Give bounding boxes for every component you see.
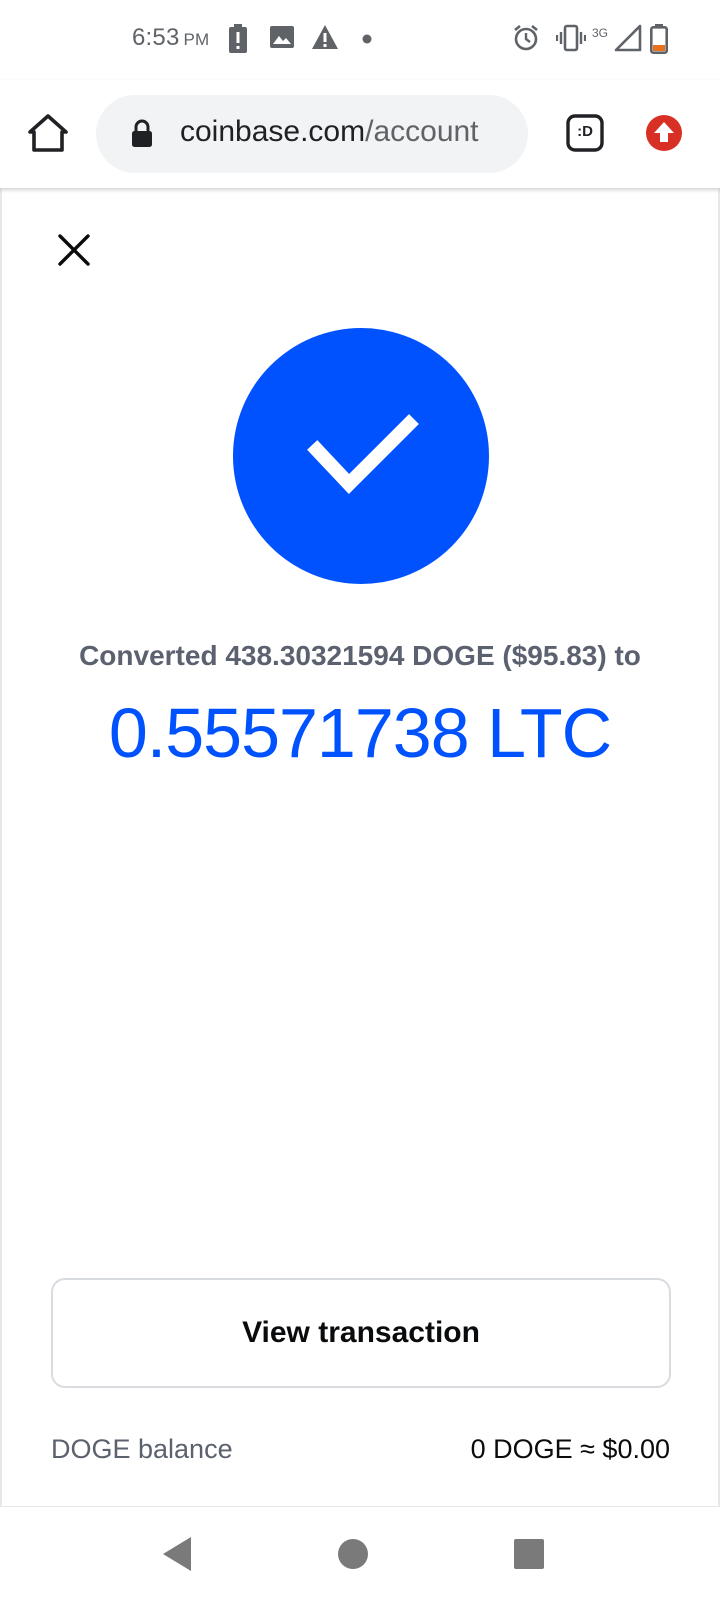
home-icon[interactable] xyxy=(24,110,72,158)
status-bar: 6:53 PM 3G xyxy=(0,0,720,80)
notification-dot-icon xyxy=(362,34,372,44)
image-icon xyxy=(270,26,294,48)
success-badge xyxy=(233,328,489,584)
home-nav-icon[interactable] xyxy=(330,1531,376,1577)
tab-switcher-label: :D xyxy=(577,123,593,140)
battery-alert-icon xyxy=(229,24,247,53)
conversion-summary: Converted 438.30321594 DOGE ($95.83) to xyxy=(79,640,641,671)
alarm-icon xyxy=(514,24,538,51)
back-icon[interactable] xyxy=(155,1531,201,1577)
update-icon[interactable] xyxy=(645,114,683,152)
battery-low-icon xyxy=(650,24,668,54)
view-transaction-button[interactable]: View transaction xyxy=(51,1278,671,1388)
close-icon[interactable] xyxy=(54,230,94,270)
conversion-success-panel: Converted 438.30321594 DOGE ($95.83) to … xyxy=(0,188,720,1506)
url-text: coinbase.com/account xyxy=(180,115,479,149)
url-path: /account xyxy=(365,115,479,148)
system-nav-bar xyxy=(0,1506,720,1601)
status-time-value: 6:53 xyxy=(132,24,180,51)
signal-icon xyxy=(614,24,642,52)
network-type: 3G xyxy=(592,26,609,40)
warning-icon xyxy=(312,25,338,49)
balance-value: 0 DOGE ≈ $0.00 xyxy=(470,1434,670,1464)
url-bar[interactable]: coinbase.com/account xyxy=(96,95,528,173)
converted-amount: 0.55571738 LTC xyxy=(108,694,612,772)
recents-icon[interactable] xyxy=(506,1531,552,1577)
balance-label: DOGE balance xyxy=(51,1434,233,1464)
checkmark-icon xyxy=(307,414,419,495)
browser-toolbar: coinbase.com/account :D xyxy=(0,80,720,188)
status-time: 6:53 PM xyxy=(132,24,209,52)
lock-icon xyxy=(132,119,152,147)
status-time-ampm: PM xyxy=(183,30,210,49)
vibrate-icon xyxy=(556,24,586,52)
tab-switcher-button[interactable]: :D xyxy=(566,114,604,152)
url-domain: coinbase.com xyxy=(180,115,366,148)
